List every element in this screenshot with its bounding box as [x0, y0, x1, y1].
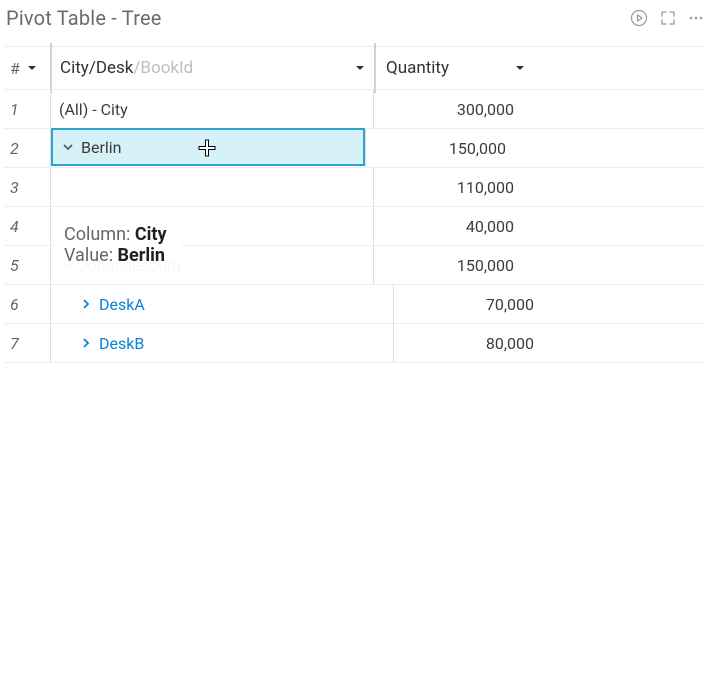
tooltip-value-label: Value: [64, 245, 118, 266]
quantity-cell: 150,000 [374, 246, 524, 284]
quantity-cell: 40,000 [374, 207, 524, 245]
col-header-quantity[interactable]: Quantity [376, 47, 536, 89]
col-header-tree-c: BookId [140, 58, 193, 78]
quantity-cell: 110,000 [374, 168, 524, 206]
dropdown-icon[interactable] [354, 62, 366, 74]
pivot-table: # City / Desk / BookId Quantity [4, 46, 704, 363]
row-index: 4 [4, 207, 50, 245]
table-row[interactable]: 7 DeskB 80,000 [4, 324, 704, 363]
row-index: 6 [4, 285, 50, 323]
tree-cell[interactable]: (All) - City [51, 90, 373, 128]
tooltip-column-label: Column: [64, 224, 135, 245]
plus-cursor-icon [197, 138, 217, 162]
col-header-quantity-label: Quantity [386, 58, 449, 78]
quantity-cell: 300,000 [374, 90, 524, 128]
col-header-tree[interactable]: City / Desk / BookId [52, 47, 374, 89]
col-header-tree-a: City [60, 58, 89, 78]
table-row[interactable]: 1 (All) - City 300,000 [4, 90, 704, 129]
tree-label[interactable]: DeskA [99, 295, 145, 314]
tooltip-value-value: Berlin [118, 245, 165, 266]
col-header-tree-sep2: / [133, 58, 140, 78]
quantity-cell: 80,000 [394, 324, 544, 362]
tooltip-column-value: City [135, 224, 167, 245]
page-title: Pivot Table - Tree [4, 6, 630, 30]
more-icon[interactable] [688, 10, 704, 26]
tree-label: (All) - City [59, 100, 128, 119]
col-header-index[interactable]: # [4, 47, 50, 89]
tree-cell-selected[interactable]: Berlin [51, 128, 365, 166]
table-row[interactable]: 6 DeskA 70,000 [4, 285, 704, 324]
chevron-down-icon[interactable] [61, 141, 75, 153]
table-row[interactable]: 3 110,000 [4, 168, 704, 207]
table-header-row: # City / Desk / BookId Quantity [4, 47, 704, 90]
col-header-tree-sep1: / [89, 58, 96, 78]
chevron-right-icon[interactable] [79, 337, 93, 349]
tree-label: Berlin [81, 138, 122, 157]
col-header-index-label: # [10, 59, 20, 78]
expand-icon[interactable] [660, 10, 676, 26]
tree-cell[interactable] [51, 168, 373, 206]
row-index: 7 [4, 324, 50, 362]
table-row[interactable]: 2 Berlin [4, 129, 704, 168]
dropdown-icon[interactable] [26, 62, 38, 74]
quantity-cell: 70,000 [394, 285, 544, 323]
row-index: 5 [4, 246, 50, 284]
tree-cell[interactable]: DeskB [51, 324, 393, 362]
cell-tooltip: Column: City Value: Berlin [54, 214, 181, 276]
tree-cell[interactable]: DeskA [51, 285, 393, 323]
tree-label[interactable]: DeskB [99, 334, 144, 353]
chevron-right-icon[interactable] [79, 298, 93, 310]
row-index: 3 [4, 168, 50, 206]
col-header-tree-b: Desk [96, 58, 134, 78]
run-icon[interactable] [630, 9, 648, 27]
quantity-cell: 150,000 [366, 129, 516, 167]
row-index: 2 [4, 129, 50, 167]
dropdown-icon[interactable] [514, 62, 526, 74]
row-index: 1 [4, 90, 50, 128]
